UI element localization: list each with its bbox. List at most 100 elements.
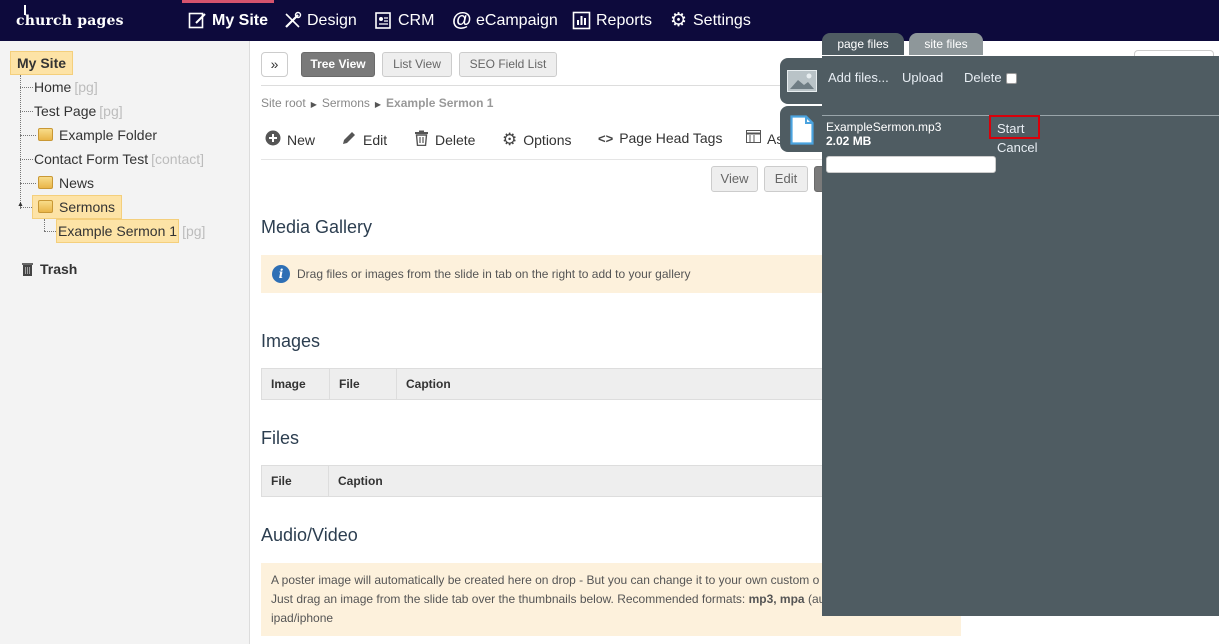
file-size: 2.02 MB bbox=[826, 134, 872, 148]
tab-page-files[interactable]: page files bbox=[822, 33, 904, 55]
nav-reports[interactable]: Reports bbox=[572, 0, 652, 41]
column-header-file[interactable]: File bbox=[330, 369, 397, 399]
info-icon: i bbox=[272, 265, 290, 283]
view-mode-button[interactable]: View bbox=[711, 166, 758, 192]
select-all-checkbox[interactable] bbox=[1006, 73, 1017, 84]
breadcrumb-parent[interactable]: Sermons bbox=[322, 96, 370, 110]
nav-settings[interactable]: ⚙ Settings bbox=[669, 0, 751, 41]
new-button-label: New bbox=[287, 132, 316, 148]
nav-my-site-label: My Site bbox=[212, 11, 269, 29]
delete-button[interactable]: Delete bbox=[414, 130, 475, 150]
tree-item-home[interactable]: Home [pg] bbox=[34, 76, 98, 98]
tree-root-label: My Site bbox=[17, 55, 67, 71]
column-header-file[interactable]: File bbox=[262, 466, 329, 496]
tree-connector bbox=[20, 183, 36, 184]
tree-view-tab[interactable]: Tree View bbox=[301, 52, 375, 77]
expanded-arrow-icon[interactable]: ▲ bbox=[17, 201, 24, 208]
tree-item-example-folder[interactable]: Example Folder bbox=[38, 124, 157, 146]
tree-connector bbox=[44, 231, 56, 232]
nav-settings-label: Settings bbox=[693, 11, 751, 29]
start-button[interactable]: Start bbox=[997, 121, 1024, 136]
nav-my-site[interactable]: My Site bbox=[181, 0, 275, 41]
church-pages-logo[interactable]: church pages bbox=[16, 5, 124, 29]
nav-crm-label: CRM bbox=[398, 11, 435, 29]
audio-video-title: Audio/Video bbox=[261, 525, 358, 545]
nav-crm[interactable]: CRM bbox=[374, 0, 434, 41]
tree-item-test-page[interactable]: Test Page [pg] bbox=[34, 100, 123, 122]
upload-button[interactable]: Upload bbox=[902, 70, 943, 85]
tree-connector bbox=[44, 219, 45, 231]
panel-icon bbox=[746, 130, 761, 147]
breadcrumb-root[interactable]: Site root bbox=[261, 96, 306, 110]
tree-item-label: Contact Form Test bbox=[34, 151, 149, 167]
files-slide-tab[interactable] bbox=[780, 106, 824, 152]
tree-item-label: Test Page bbox=[34, 103, 97, 119]
tree-connector bbox=[20, 75, 21, 209]
breadcrumb-arrow-icon: ▶ bbox=[310, 100, 317, 109]
nav-design[interactable]: Design bbox=[283, 0, 357, 41]
assets-button[interactable]: As bbox=[746, 130, 783, 147]
file-name: ExampleSermon.mp3 bbox=[826, 120, 942, 134]
recommended-formats: mp3, mpa bbox=[748, 592, 805, 606]
notice-text: Just drag an image from the slide tab ov… bbox=[271, 592, 746, 606]
list-view-tab[interactable]: List View bbox=[382, 52, 452, 77]
edit-mode-button[interactable]: Edit bbox=[764, 166, 808, 192]
page-type-tag: [contact] bbox=[151, 151, 205, 167]
edit-page-icon bbox=[188, 11, 207, 30]
page-type-tag: [pg] bbox=[182, 223, 206, 239]
tab-site-files[interactable]: site files bbox=[909, 33, 983, 55]
tree-item-label: Home bbox=[34, 79, 72, 95]
edit-button-label: Edit bbox=[363, 132, 388, 148]
page-type-tag: [pg] bbox=[99, 103, 123, 119]
tree-connector bbox=[20, 111, 33, 112]
tree-item-example-sermon-1[interactable]: Example Sermon 1 [pg] bbox=[56, 219, 205, 243]
nav-ecampaign-label: eCampaign bbox=[476, 11, 558, 29]
tree-item-label: News bbox=[59, 175, 95, 191]
edit-button[interactable]: Edit bbox=[341, 130, 387, 150]
logo-spire-icon bbox=[24, 5, 26, 15]
tree-item-news[interactable]: News bbox=[38, 172, 94, 194]
folder-icon bbox=[38, 200, 53, 213]
page-head-tags-button[interactable]: <> Page Head Tags bbox=[598, 130, 722, 146]
folder-icon bbox=[38, 128, 53, 141]
seo-field-list-tab[interactable]: SEO Field List bbox=[459, 52, 557, 77]
new-button[interactable]: New bbox=[265, 130, 315, 150]
trash-icon bbox=[21, 260, 34, 276]
expand-sidebar-button[interactable]: » bbox=[261, 52, 288, 77]
options-button-label: Options bbox=[523, 132, 572, 148]
upload-panel: Add files... Upload Delete ExampleSermon… bbox=[822, 56, 1219, 616]
tree-connector bbox=[20, 159, 33, 160]
tree-item-sermons[interactable]: Sermons bbox=[32, 195, 123, 219]
top-nav-bar: church pages My Site Design CRM @ eCampa… bbox=[0, 0, 1219, 41]
cancel-button[interactable]: Cancel bbox=[997, 140, 1037, 155]
images-title: Images bbox=[261, 331, 321, 351]
plus-circle-icon bbox=[265, 130, 281, 150]
pencil-icon bbox=[341, 130, 357, 150]
breadcrumb-arrow-icon: ▶ bbox=[374, 100, 382, 109]
delete-button[interactable]: Delete bbox=[964, 70, 1002, 85]
tree-item-label: Example Sermon 1 bbox=[56, 219, 180, 243]
tree-item-trash[interactable]: Trash bbox=[21, 258, 77, 280]
tree-item-label: Sermons bbox=[59, 199, 116, 215]
add-files-button[interactable]: Add files... bbox=[828, 70, 889, 85]
breadcrumb: Site root ▶ Sermons ▶ Example Sermon 1 bbox=[261, 96, 493, 110]
files-title: Files bbox=[261, 428, 300, 448]
folder-icon bbox=[38, 176, 53, 189]
tree-item-contact-form-test[interactable]: Contact Form Test [contact] bbox=[34, 148, 204, 170]
tree-root-my-site[interactable]: My Site bbox=[10, 51, 74, 75]
tree-item-label: Trash bbox=[40, 261, 78, 277]
page-head-tags-label: Page Head Tags bbox=[619, 130, 723, 146]
images-slide-tab[interactable] bbox=[780, 58, 824, 104]
contact-card-icon bbox=[374, 11, 393, 30]
upload-progress-bar bbox=[826, 156, 996, 173]
site-tree-sidebar: My Site ▲ Home [pg] Test Page [pg] Example… bbox=[0, 41, 250, 644]
options-button[interactable]: ⚙ Options bbox=[502, 130, 572, 150]
gear-icon: ⚙ bbox=[669, 10, 688, 31]
column-header-image[interactable]: Image bbox=[262, 369, 330, 399]
nav-design-label: Design bbox=[307, 11, 357, 29]
tree-item-label: Example Folder bbox=[59, 127, 158, 143]
media-gallery-title: Media Gallery bbox=[261, 217, 373, 237]
image-icon bbox=[787, 70, 817, 97]
nav-ecampaign[interactable]: @ eCampaign bbox=[452, 0, 558, 41]
logo-text: church pages bbox=[16, 13, 124, 29]
